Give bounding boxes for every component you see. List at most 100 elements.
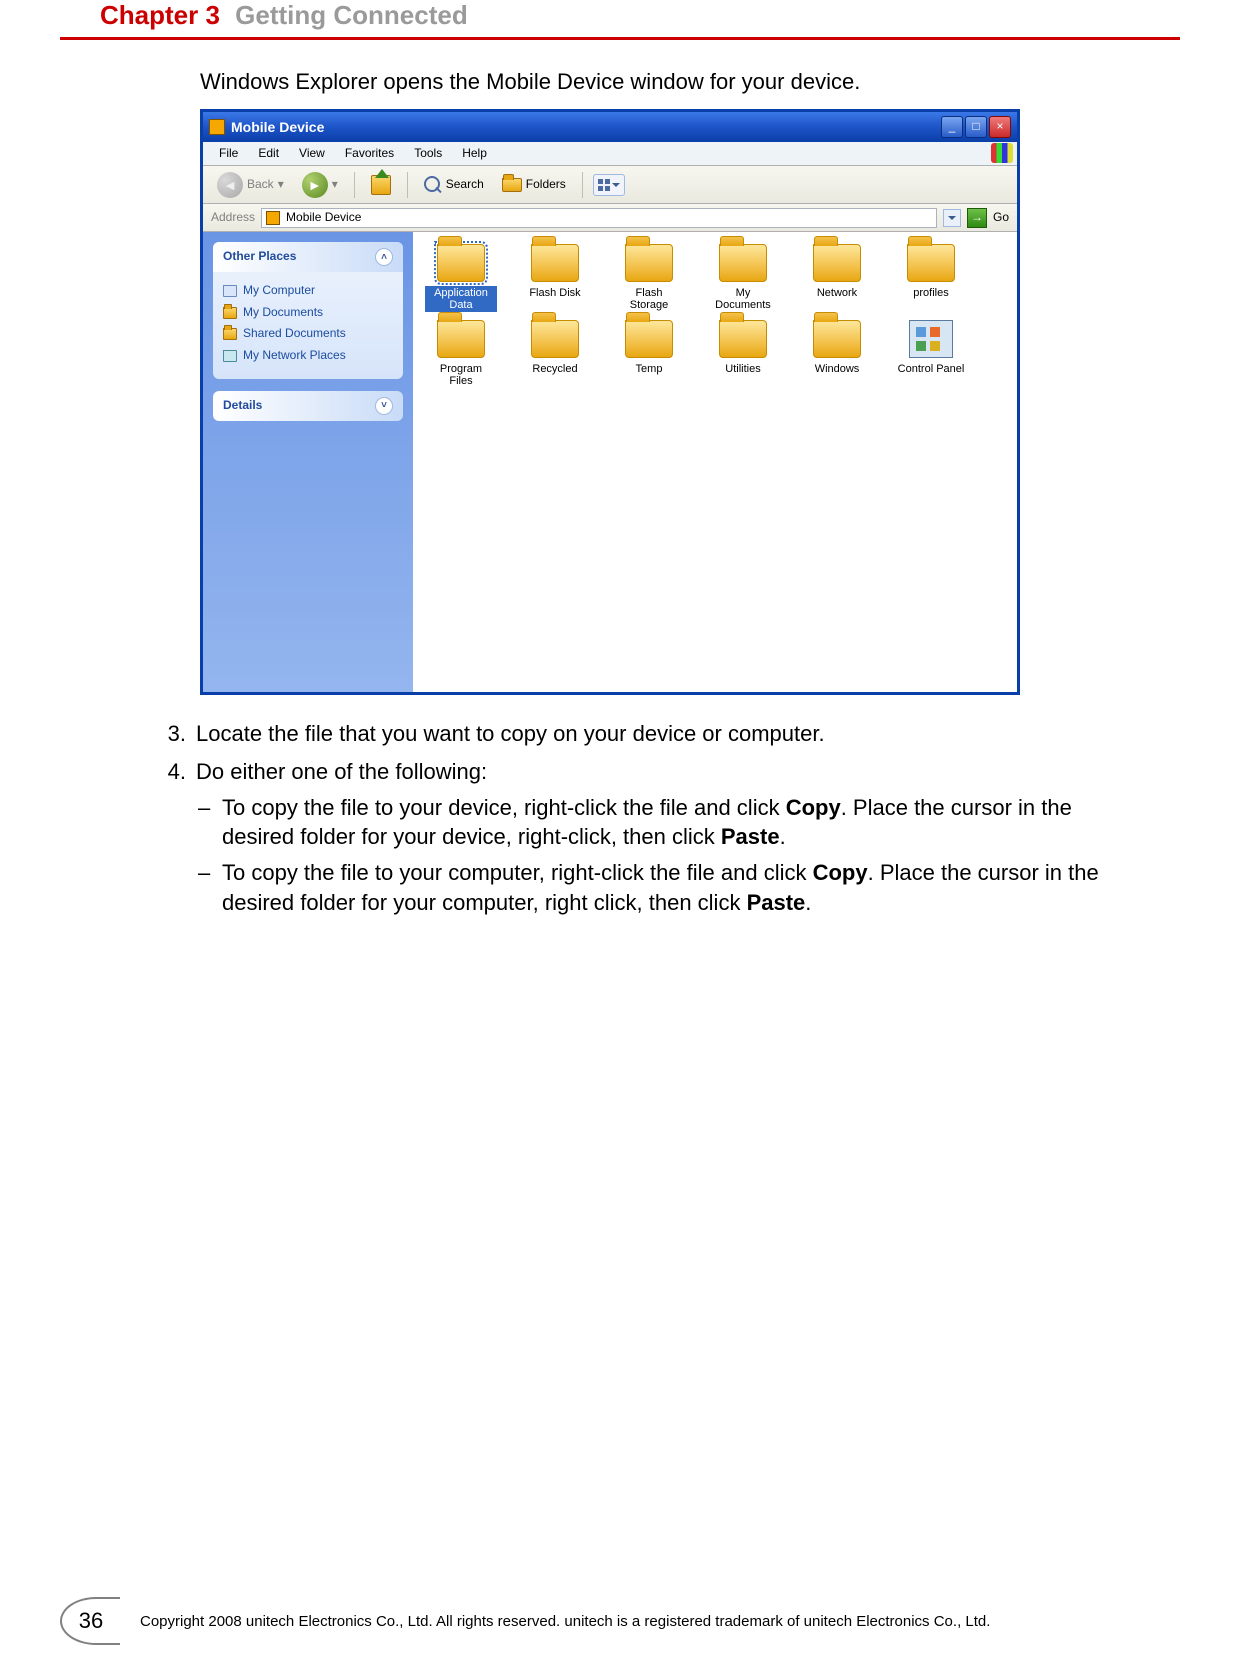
item-label: Control Panel (896, 362, 967, 376)
xp-addressbar: Address Mobile Device → Go (203, 204, 1017, 232)
computer-icon (223, 285, 237, 297)
copyright-text: Copyright 2008 unitech Electronics Co., … (140, 1613, 1180, 1630)
menu-file[interactable]: File (209, 144, 248, 164)
menu-help[interactable]: Help (452, 144, 497, 164)
folder-application-data[interactable]: Application Data (423, 242, 499, 314)
maximize-button[interactable]: □ (965, 116, 987, 138)
back-arrow-icon: ◄ (217, 172, 243, 198)
xp-titlebar[interactable]: Mobile Device _ □ × (203, 112, 1017, 142)
folder-label: Temp (634, 362, 665, 376)
folder-icon (625, 320, 673, 358)
folder-flash-storage[interactable]: Flash Storage (611, 242, 687, 314)
item-control-panel[interactable]: Control Panel (893, 318, 969, 390)
collapse-icon[interactable]: ˄ (375, 248, 393, 266)
folder-label: Windows (813, 362, 862, 376)
address-field[interactable]: Mobile Device (261, 208, 937, 228)
go-label: Go (993, 210, 1009, 226)
search-icon (424, 176, 442, 194)
minimize-button[interactable]: _ (941, 116, 963, 138)
substep-4b: – To copy the file to your computer, rig… (196, 858, 1140, 917)
toolbar-separator (354, 172, 355, 198)
folder-temp[interactable]: Temp (611, 318, 687, 390)
menu-favorites[interactable]: Favorites (335, 144, 404, 164)
step-3: 3. Locate the file that you want to copy… (160, 719, 1140, 749)
expand-icon[interactable]: ˅ (375, 397, 393, 415)
folder-icon (907, 244, 955, 282)
menu-edit[interactable]: Edit (248, 144, 289, 164)
go-button[interactable]: → (967, 208, 987, 228)
forward-button[interactable]: ► ▾ (296, 170, 344, 200)
folders-label: Folders (526, 177, 566, 193)
control-panel-icon (909, 320, 953, 358)
link-label: My Documents (243, 305, 323, 321)
back-label: Back (247, 177, 274, 193)
text: To copy the file to your device, right-c… (222, 795, 786, 820)
dash: – (196, 793, 222, 852)
substep-body: To copy the file to your computer, right… (222, 858, 1140, 917)
xp-window: Mobile Device _ □ × File Edit View Favor… (200, 109, 1020, 696)
xp-body: Other Places ˄ My Computer My Documents … (203, 232, 1017, 692)
folder-label: Utilities (723, 362, 762, 376)
link-shared-documents[interactable]: Shared Documents (223, 323, 393, 345)
close-button[interactable]: × (989, 116, 1011, 138)
folder-utilities[interactable]: Utilities (705, 318, 781, 390)
menu-tools[interactable]: Tools (404, 144, 452, 164)
other-places-header[interactable]: Other Places ˄ (213, 242, 403, 272)
dropdown-caret-icon: ▾ (278, 177, 284, 193)
folders-button[interactable]: Folders (496, 175, 572, 195)
details-box: Details ˅ (213, 391, 403, 421)
xp-window-title: Mobile Device (231, 118, 941, 136)
search-button[interactable]: Search (418, 174, 490, 196)
folder-icon (813, 244, 861, 282)
link-my-computer[interactable]: My Computer (223, 280, 393, 302)
address-dropdown[interactable] (943, 209, 961, 227)
folder-network[interactable]: Network (799, 242, 875, 314)
link-my-network-places[interactable]: My Network Places (223, 345, 393, 367)
folder-program-files[interactable]: Program Files (423, 318, 499, 390)
link-my-documents[interactable]: My Documents (223, 302, 393, 324)
device-icon (209, 119, 225, 135)
dropdown-caret-icon (612, 183, 620, 187)
page-header: Chapter 3 Getting Connected (0, 0, 1240, 31)
substep-body: To copy the file to your device, right-c… (222, 793, 1140, 852)
up-button[interactable] (365, 173, 397, 197)
link-label: My Computer (243, 283, 315, 299)
text: To copy the file to your computer, right… (222, 860, 813, 885)
chapter-title: Getting Connected (235, 0, 468, 30)
details-header[interactable]: Details ˅ (213, 391, 403, 421)
step-4-intro: Do either one of the following: (196, 757, 1140, 787)
folder-label: Program Files (425, 362, 497, 388)
folder-icon (531, 244, 579, 282)
back-button[interactable]: ◄ Back ▾ (211, 170, 290, 200)
folder-icon (625, 244, 673, 282)
steps-list: 3. Locate the file that you want to copy… (160, 719, 1140, 917)
text: . (780, 824, 786, 849)
menu-view[interactable]: View (289, 144, 335, 164)
step-4: 4. Do either one of the following: – To … (160, 757, 1140, 917)
other-places-body: My Computer My Documents Shared Document… (213, 272, 403, 378)
chapter-label: Chapter 3 (100, 0, 220, 30)
folder-icon (813, 320, 861, 358)
xp-toolbar: ◄ Back ▾ ► ▾ Search (203, 166, 1017, 204)
folder-icon (531, 320, 579, 358)
views-button[interactable] (593, 174, 625, 196)
folder-recycled[interactable]: Recycled (517, 318, 593, 390)
address-label: Address (211, 210, 255, 226)
folder-label: Network (815, 286, 859, 300)
folder-flash-disk[interactable]: Flash Disk (517, 242, 593, 314)
folder-windows[interactable]: Windows (799, 318, 875, 390)
folder-label: profiles (911, 286, 950, 300)
folder-my-documents[interactable]: My Documents (705, 242, 781, 314)
folder-icon (437, 244, 485, 282)
forward-arrow-icon: ► (302, 172, 328, 198)
content-pane[interactable]: Application Data Flash Disk Flash Storag… (413, 232, 1017, 692)
step-body: Locate the file that you want to copy on… (196, 719, 1140, 749)
views-icon (598, 179, 610, 191)
network-icon (223, 350, 237, 362)
body-text: Windows Explorer opens the Mobile Device… (200, 68, 1140, 695)
step-number: 4. (160, 757, 196, 917)
link-label: Shared Documents (243, 326, 346, 342)
folder-up-icon (371, 175, 391, 195)
windows-flag-icon (991, 143, 1013, 163)
folder-profiles[interactable]: profiles (893, 242, 969, 314)
